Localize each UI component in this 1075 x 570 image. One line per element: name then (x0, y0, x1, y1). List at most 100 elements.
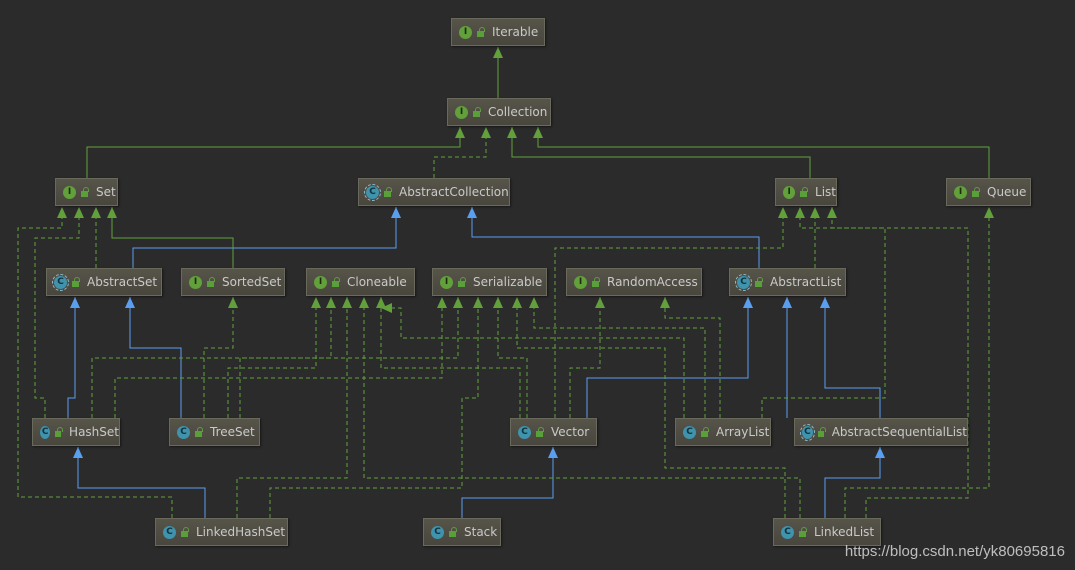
edge-ArrayList-to-AbstractList (782, 297, 792, 418)
edge-line (77, 447, 206, 518)
node-ArrayList[interactable]: C ArrayList (675, 418, 771, 446)
node-label: AbstractSet (87, 275, 158, 289)
node-AbstractList[interactable]: C AbstractList (729, 268, 846, 296)
node-AbstractCollection[interactable]: C AbstractCollection (358, 178, 510, 206)
node-label: HashSet (69, 425, 119, 439)
arrowhead (107, 207, 117, 218)
node-label: Vector (551, 425, 590, 439)
public-lock-icon (536, 426, 544, 437)
node-Queue[interactable]: I Queue (946, 178, 1031, 206)
class-icon: C (431, 525, 444, 539)
edge-line (533, 297, 706, 418)
node-List[interactable]: I List (775, 178, 837, 206)
edge-LinkedList-to-List (827, 207, 969, 518)
node-Iterable[interactable]: I Iterable (451, 18, 545, 46)
public-lock-icon (195, 426, 203, 437)
edge-AbstractSet-to-Set (91, 207, 101, 268)
node-SortedSet[interactable]: I SortedSet (181, 268, 285, 296)
class-icon: C (177, 425, 190, 439)
node-label: Set (96, 185, 116, 199)
node-AbstractSequentialList[interactable]: C AbstractSequentialList (794, 418, 968, 446)
edge-line (537, 127, 990, 178)
edge-AbstractSequentialList-to-AbstractList (820, 297, 881, 418)
arrowhead (437, 297, 447, 308)
node-label: SortedSet (222, 275, 282, 289)
edge-LinkedHashSet-to-Serializable (269, 297, 483, 518)
node-label: RandomAccess (607, 275, 698, 289)
interface-icon: I (783, 185, 796, 199)
public-lock-icon (972, 186, 980, 197)
node-label: AbstractCollection (399, 185, 509, 199)
node-Vector[interactable]: C Vector (510, 418, 597, 446)
public-lock-icon (384, 186, 392, 197)
edge-line (844, 207, 990, 518)
edge-line (111, 207, 234, 268)
node-label: LinkedHashSet (196, 525, 286, 539)
arrowhead (595, 297, 605, 308)
edge-ArrayList-to-RandomAccess (660, 297, 721, 418)
arrowhead (512, 297, 522, 308)
class-icon: C (40, 425, 51, 439)
arrowhead (228, 297, 238, 308)
arrowhead (984, 207, 994, 218)
node-Serializable[interactable]: I Serializable (432, 268, 547, 296)
arrowhead (455, 127, 465, 138)
abstract-class-icon: C (735, 273, 752, 291)
arrowhead (453, 297, 463, 308)
arrowhead (359, 297, 369, 308)
edge-line (239, 297, 459, 418)
interface-icon: I (314, 275, 327, 289)
arrowhead (473, 297, 483, 308)
edge-LinkedHashSet-to-HashSet (73, 447, 206, 518)
arrowhead (70, 297, 80, 308)
node-label: AbstractList (770, 275, 842, 289)
public-lock-icon (800, 186, 808, 197)
edge-line (34, 207, 80, 418)
public-lock-icon (458, 276, 466, 287)
node-label: LinkedList (814, 525, 875, 539)
node-label: Stack (464, 525, 498, 539)
arrowhead (57, 207, 67, 218)
class-icon: C (163, 525, 176, 539)
arrowhead (548, 447, 558, 458)
node-AbstractSet[interactable]: C AbstractSet (46, 268, 162, 296)
class-icon: C (518, 425, 531, 439)
interface-icon: I (63, 185, 76, 199)
node-Cloneable[interactable]: I Cloneable (306, 268, 415, 296)
arrowhead (660, 297, 670, 308)
public-lock-icon (799, 526, 807, 537)
arrowhead (91, 207, 101, 218)
arrowhead (820, 297, 830, 308)
arrowhead (125, 297, 135, 308)
class-icon: C (781, 525, 794, 539)
arrowhead (467, 207, 477, 218)
node-TreeSet[interactable]: C TreeSet (169, 418, 260, 446)
arrowhead (743, 297, 753, 308)
public-lock-icon (817, 426, 826, 437)
edge-line (664, 297, 721, 418)
arrowhead (391, 207, 401, 218)
node-LinkedHashSet[interactable]: C LinkedHashSet (155, 518, 288, 546)
arrowhead (493, 47, 503, 58)
node-LinkedList[interactable]: C LinkedList (773, 518, 881, 546)
edge-HashSet-to-Set (34, 207, 84, 418)
arrowhead (481, 127, 491, 138)
public-lock-icon (72, 276, 80, 287)
arrowhead (507, 127, 517, 138)
public-lock-icon (701, 426, 709, 437)
public-lock-icon (449, 526, 457, 537)
edge-Queue-to-Collection (533, 127, 990, 178)
edge-line (381, 307, 685, 418)
edge-line (554, 207, 784, 418)
node-HashSet[interactable]: C HashSet (32, 418, 120, 446)
edge-line (86, 127, 461, 178)
abstract-class-icon: C (364, 183, 381, 201)
public-lock-icon (181, 526, 189, 537)
arrowhead (533, 127, 543, 138)
node-Collection[interactable]: I Collection (447, 98, 551, 126)
node-RandomAccess[interactable]: I RandomAccess (566, 268, 702, 296)
node-Stack[interactable]: C Stack (423, 518, 501, 546)
node-Set[interactable]: I Set (55, 178, 118, 206)
node-label: Iterable (492, 25, 539, 39)
public-lock-icon (81, 186, 89, 197)
